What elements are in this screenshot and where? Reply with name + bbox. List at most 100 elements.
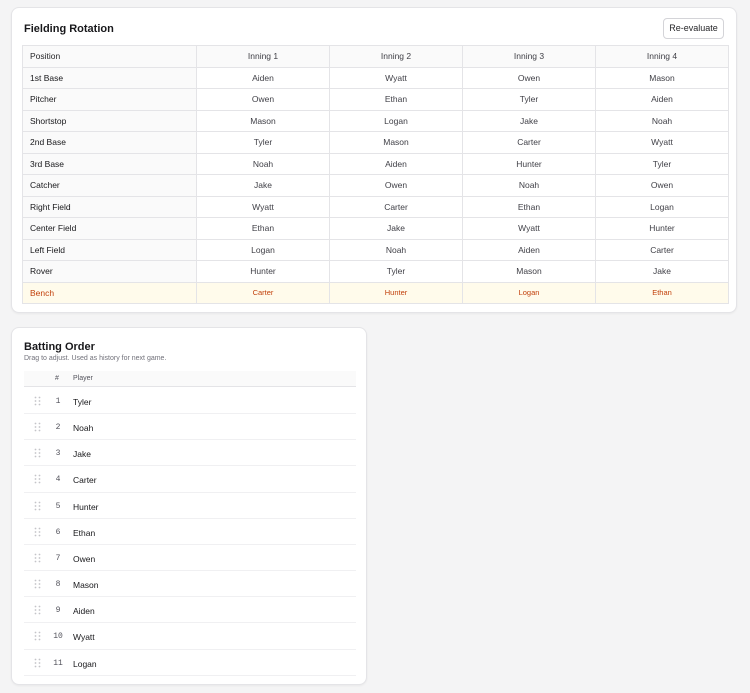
batting-player-name: Hunter (73, 501, 99, 512)
drag-handle-icon[interactable] (34, 396, 41, 406)
drag-handle-icon[interactable] (34, 631, 41, 641)
inning-3-cell: Mason (462, 260, 596, 283)
inning-3-cell: Carter (462, 131, 596, 154)
batting-number: 6 (55, 527, 61, 537)
re-evaluate-button[interactable]: Re-evaluate (663, 18, 724, 39)
inning-2-cell: Owen (329, 174, 463, 197)
position-cell: Shortstop (22, 109, 197, 132)
inning-2-cell: Mason (329, 131, 463, 154)
header-player: Player (73, 375, 93, 382)
table-row: Rover Hunter Tyler Mason Jake (22, 260, 729, 283)
batting-row[interactable]: 7 Owen (24, 545, 356, 572)
inning-1-cell: Mason (196, 109, 330, 132)
inning-3-cell: Wyatt (462, 217, 596, 240)
batting-number: 11 (53, 658, 63, 668)
batting-row[interactable]: 2 Noah (24, 414, 356, 441)
batting-order-card: Batting Order Drag to adjust. Used as hi… (11, 327, 367, 685)
table-row: 1st Base Aiden Wyatt Owen Mason (22, 66, 729, 89)
batting-number: 10 (53, 632, 63, 642)
batting-row[interactable]: 3 Jake (24, 440, 356, 467)
inning-2-cell: Carter (329, 195, 463, 218)
inning-2-cell: Wyatt (329, 66, 463, 89)
fielding-rotation-card: Fielding Rotation Re-evaluate Position I… (11, 7, 737, 313)
drag-handle-icon[interactable] (34, 422, 41, 432)
batting-order-title: Batting Order (24, 341, 95, 353)
batting-player-name: Ethan (73, 527, 96, 538)
inning-4-cell: Owen (595, 174, 729, 197)
inning-2-cell: Ethan (329, 88, 463, 111)
batting-number: 7 (55, 553, 61, 563)
batting-row[interactable]: 6 Ethan (24, 519, 356, 545)
column-header-inning-4: Inning 4 (595, 45, 729, 68)
inning-4-cell: Jake (595, 260, 729, 283)
position-cell: 2nd Base (22, 131, 197, 154)
inning-3-cell: Jake (462, 109, 596, 132)
inning-1-cell: Aiden (196, 66, 330, 89)
inning-4-cell: Tyler (595, 152, 729, 175)
batting-player-name: Wyatt (73, 632, 95, 643)
drag-handle-icon[interactable] (34, 474, 41, 484)
inning-4-cell: Hunter (595, 217, 729, 240)
batting-number: 8 (55, 580, 61, 590)
batting-table-header: # Player (24, 371, 356, 387)
inning-2-cell: Logan (329, 109, 463, 132)
drag-handle-icon[interactable] (34, 448, 41, 458)
batting-row[interactable]: 10 Wyatt (24, 623, 356, 650)
inning-1-cell: Tyler (196, 131, 330, 154)
inning-1-cell: Logan (196, 238, 330, 261)
drag-handle-icon[interactable] (34, 579, 41, 589)
table-header-row: Position Inning 1 Inning 2 Inning 3 Inni… (22, 45, 729, 68)
position-cell: Center Field (22, 217, 197, 240)
table-row: Left Field Logan Noah Aiden Carter (22, 238, 729, 261)
inning-4-cell: Carter (595, 238, 729, 261)
batting-player-name: Aiden (73, 606, 95, 617)
inning-2-cell: Hunter (329, 281, 463, 304)
table-row: 3rd Base Noah Aiden Hunter Tyler (22, 152, 729, 175)
batting-order-subtitle: Drag to adjust. Used as history for next… (24, 355, 167, 362)
inning-1-cell: Hunter (196, 260, 330, 283)
inning-3-cell: Aiden (462, 238, 596, 261)
column-header-inning-1: Inning 1 (196, 45, 330, 68)
batting-row[interactable]: 5 Hunter (24, 493, 356, 519)
position-cell: Bench (22, 281, 197, 304)
drag-handle-icon[interactable] (34, 658, 41, 668)
drag-handle-icon[interactable] (34, 501, 41, 511)
fielding-rotation-table: Position Inning 1 Inning 2 Inning 3 Inni… (22, 45, 729, 304)
position-cell: Catcher (22, 174, 197, 197)
drag-handle-icon[interactable] (34, 553, 41, 563)
batting-player-name: Noah (73, 423, 94, 434)
batting-row[interactable]: 8 Mason (24, 571, 356, 598)
table-row: Center Field Ethan Jake Wyatt Hunter (22, 217, 729, 240)
inning-4-cell: Noah (595, 109, 729, 132)
inning-1-cell: Wyatt (196, 195, 330, 218)
inning-3-cell: Hunter (462, 152, 596, 175)
column-header-inning-2: Inning 2 (329, 45, 463, 68)
inning-1-cell: Jake (196, 174, 330, 197)
batting-player-name: Tyler (73, 397, 92, 407)
position-cell: Rover (22, 260, 197, 283)
batting-player-name: Mason (73, 580, 99, 591)
position-cell: Right Field (22, 195, 197, 218)
inning-3-cell: Owen (462, 66, 596, 89)
inning-2-cell: Jake (329, 217, 463, 240)
inning-1-cell: Noah (196, 152, 330, 175)
batting-player-name: Carter (73, 475, 97, 486)
position-cell: 1st Base (22, 66, 197, 89)
batting-number: 9 (55, 606, 61, 616)
batting-player-name: Jake (73, 449, 91, 460)
batting-number: 1 (55, 397, 61, 406)
inning-4-cell: Wyatt (595, 131, 729, 154)
header-number: # (55, 375, 59, 382)
inning-1-cell: Owen (196, 88, 330, 111)
drag-handle-icon[interactable] (34, 527, 41, 537)
batting-number: 3 (55, 449, 61, 459)
position-cell: 3rd Base (22, 152, 197, 175)
batting-row[interactable]: 1 Tyler (24, 388, 356, 415)
inning-3-cell: Logan (462, 281, 596, 304)
inning-4-cell: Ethan (595, 281, 729, 304)
batting-row[interactable]: 4 Carter (24, 466, 356, 493)
batting-row[interactable]: 11 Logan (24, 650, 356, 676)
drag-handle-icon[interactable] (34, 605, 41, 615)
position-cell: Pitcher (22, 88, 197, 111)
batting-row[interactable]: 9 Aiden (24, 597, 356, 624)
